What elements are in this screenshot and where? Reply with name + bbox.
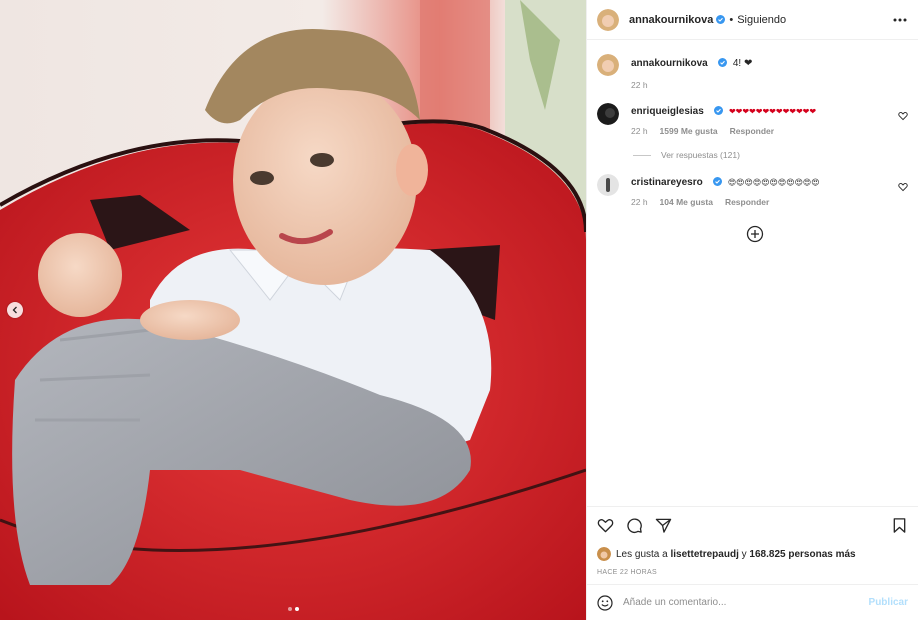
verified-icon bbox=[713, 106, 723, 115]
photo-boy-in-red-chair bbox=[0, 0, 586, 620]
post-panel: annakournikova • Siguiendo annakournikov… bbox=[586, 0, 918, 620]
comment-username[interactable]: enriqueiglesias bbox=[631, 106, 704, 117]
post-timestamp[interactable]: HACE 22 HORAS bbox=[587, 564, 918, 580]
reply-button[interactable]: Responder bbox=[725, 197, 769, 207]
comment-likes[interactable]: 1599 Me gusta bbox=[660, 126, 718, 136]
commenter-avatar[interactable] bbox=[597, 103, 619, 125]
caption-avatar[interactable] bbox=[597, 54, 619, 76]
emoji-icon[interactable] bbox=[597, 594, 613, 611]
verified-icon bbox=[716, 15, 726, 24]
comment-meta: 22 h 1599 Me gusta Responder bbox=[631, 126, 816, 136]
bookmark-icon[interactable] bbox=[891, 517, 908, 534]
view-replies-button[interactable]: Ver respuestas (121) bbox=[633, 150, 908, 160]
avatar-image bbox=[597, 54, 619, 76]
comment-meta: 22 h 104 Me gusta Responder bbox=[631, 197, 820, 207]
more-options-button[interactable] bbox=[892, 12, 908, 28]
liker-username[interactable]: lisettetrepaudj bbox=[671, 549, 739, 560]
comment-time: 22 h bbox=[631, 126, 648, 136]
comment-icon[interactable] bbox=[626, 517, 643, 534]
caption-username[interactable]: annakournikova bbox=[631, 58, 708, 69]
comment-item: enriqueiglesias ❤❤❤❤❤❤❤❤❤❤❤❤❤ 22 h 1599 … bbox=[597, 103, 908, 160]
commenter-avatar[interactable] bbox=[597, 174, 619, 196]
likes-summary: Les gusta a lisettetrepaudj y 168.825 pe… bbox=[587, 544, 918, 564]
comment-composer: Publicar bbox=[587, 584, 918, 620]
post-caption: annakournikova 4! ❤ 22 h bbox=[597, 54, 908, 90]
caption-meta: 22 h bbox=[631, 80, 752, 90]
comment-likes[interactable]: 104 Me gusta bbox=[660, 197, 713, 207]
comment-item: cristinareyesro 😍😍😍😍😍😍😍😍😍😍😍 22 h 104 Me … bbox=[597, 174, 908, 207]
heart-icon[interactable] bbox=[898, 182, 908, 192]
verified-icon bbox=[712, 177, 722, 186]
comment-text: 😍😍😍😍😍😍😍😍😍😍😍 bbox=[727, 178, 820, 187]
follow-status-button[interactable]: Siguiendo bbox=[737, 14, 786, 26]
avatar-image bbox=[597, 174, 619, 196]
comment-time: 22 h bbox=[631, 197, 648, 207]
view-replies-label: Ver respuestas (121) bbox=[661, 150, 740, 160]
reply-button[interactable]: Responder bbox=[730, 126, 774, 136]
post-photo[interactable] bbox=[0, 0, 586, 620]
replies-divider bbox=[633, 154, 651, 156]
comment-input[interactable] bbox=[623, 597, 869, 608]
liker-avatar[interactable] bbox=[597, 547, 611, 561]
heart-icon[interactable] bbox=[597, 517, 614, 534]
header-separator: • bbox=[729, 13, 734, 26]
previous-slide-button[interactable] bbox=[7, 302, 23, 318]
share-icon[interactable] bbox=[655, 517, 672, 534]
post-actions bbox=[587, 506, 918, 544]
post-header: annakournikova • Siguiendo bbox=[587, 0, 918, 40]
add-circle-icon[interactable] bbox=[746, 225, 764, 243]
chevron-left-icon bbox=[12, 306, 17, 314]
avatar-image bbox=[597, 547, 611, 561]
publish-button[interactable]: Publicar bbox=[869, 597, 908, 608]
post-modal: annakournikova • Siguiendo annakournikov… bbox=[0, 0, 918, 620]
likes-others[interactable]: 168.825 personas más bbox=[749, 549, 855, 560]
heart-icon[interactable] bbox=[898, 111, 908, 121]
carousel-dot bbox=[287, 607, 292, 611]
verified-icon bbox=[717, 58, 727, 67]
comment-username[interactable]: cristinareyesro bbox=[631, 177, 703, 188]
author-username[interactable]: annakournikova bbox=[629, 14, 713, 26]
caption-time: 22 h bbox=[631, 80, 648, 90]
author-avatar[interactable] bbox=[597, 8, 619, 31]
carousel-indicator bbox=[0, 607, 586, 611]
more-icon bbox=[893, 18, 907, 21]
likes-connector: y bbox=[741, 548, 747, 560]
caption-text: 4! ❤ bbox=[732, 58, 753, 69]
avatar-image bbox=[597, 103, 619, 125]
carousel-dot-active bbox=[294, 607, 299, 611]
comments-list[interactable]: annakournikova 4! ❤ 22 h enriqueiglesias… bbox=[587, 40, 918, 506]
likes-prefix: Les gusta a bbox=[616, 548, 668, 560]
comment-text: ❤❤❤❤❤❤❤❤❤❤❤❤❤ bbox=[728, 107, 817, 116]
avatar-image bbox=[597, 8, 619, 31]
